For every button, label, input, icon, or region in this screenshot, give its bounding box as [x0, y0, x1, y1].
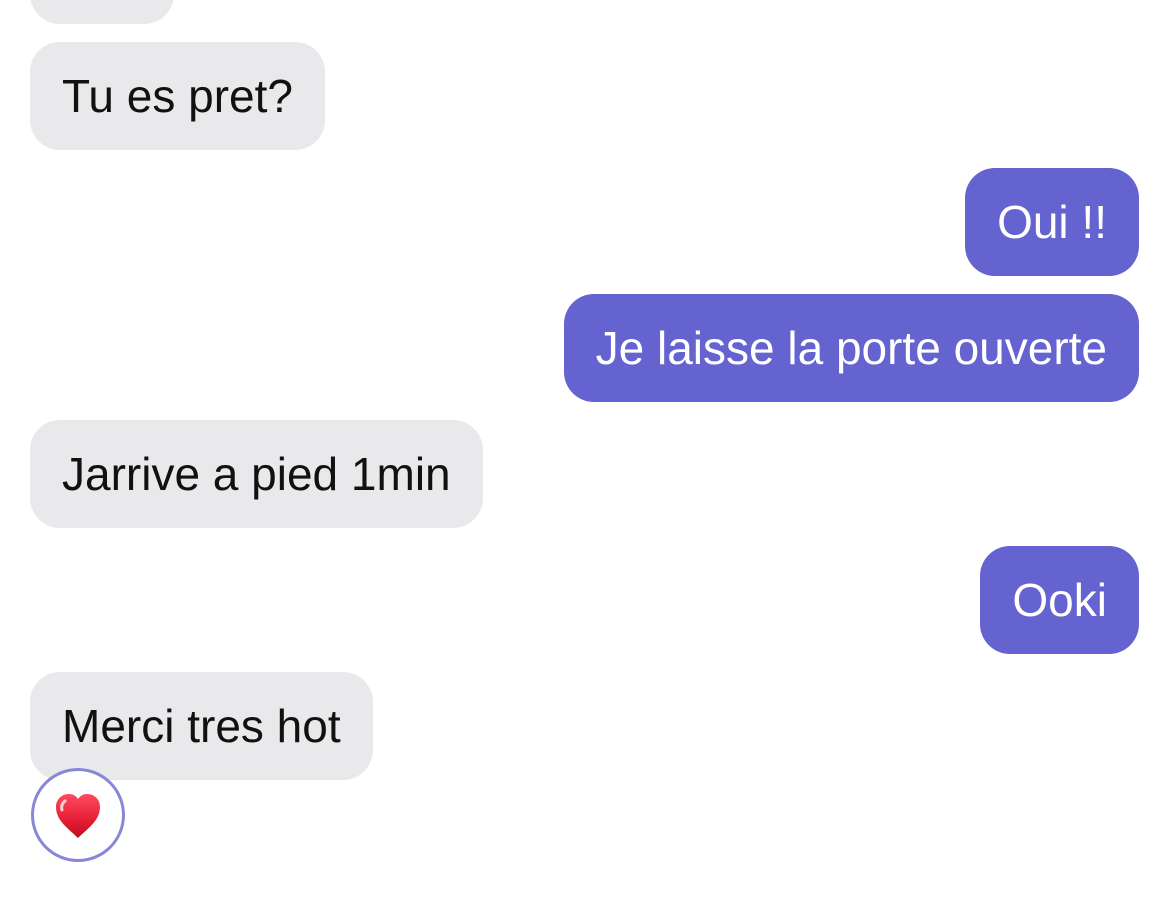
- message-bubble-outgoing[interactable]: Ooki: [980, 546, 1139, 654]
- message-bubble-outgoing[interactable]: Oui !!: [965, 168, 1139, 276]
- message-reaction-badge[interactable]: [31, 768, 125, 862]
- message-bubble-incoming[interactable]: Merci tres hot: [30, 672, 373, 780]
- message-text: Je laisse la porte ouverte: [595, 322, 1107, 374]
- message-text: Jarrive a pied 1min: [62, 448, 451, 500]
- message-text: Oui !!: [997, 196, 1107, 248]
- message-thread: Tu es pret? Oui !! Je laisse la porte ou…: [0, 0, 1170, 903]
- message-bubble-incoming[interactable]: Tu es pret?: [30, 42, 325, 150]
- message-text: Merci tres hot: [62, 700, 341, 752]
- heart-icon: [52, 791, 104, 841]
- message-text: Tu es pret?: [62, 70, 293, 122]
- message-bubble-incoming[interactable]: Jarrive a pied 1min: [30, 420, 483, 528]
- message-bubble-outgoing[interactable]: Je laisse la porte ouverte: [563, 294, 1139, 402]
- message-text: Ooki: [1012, 574, 1107, 626]
- message-bubble-incoming-partial[interactable]: [30, 0, 174, 24]
